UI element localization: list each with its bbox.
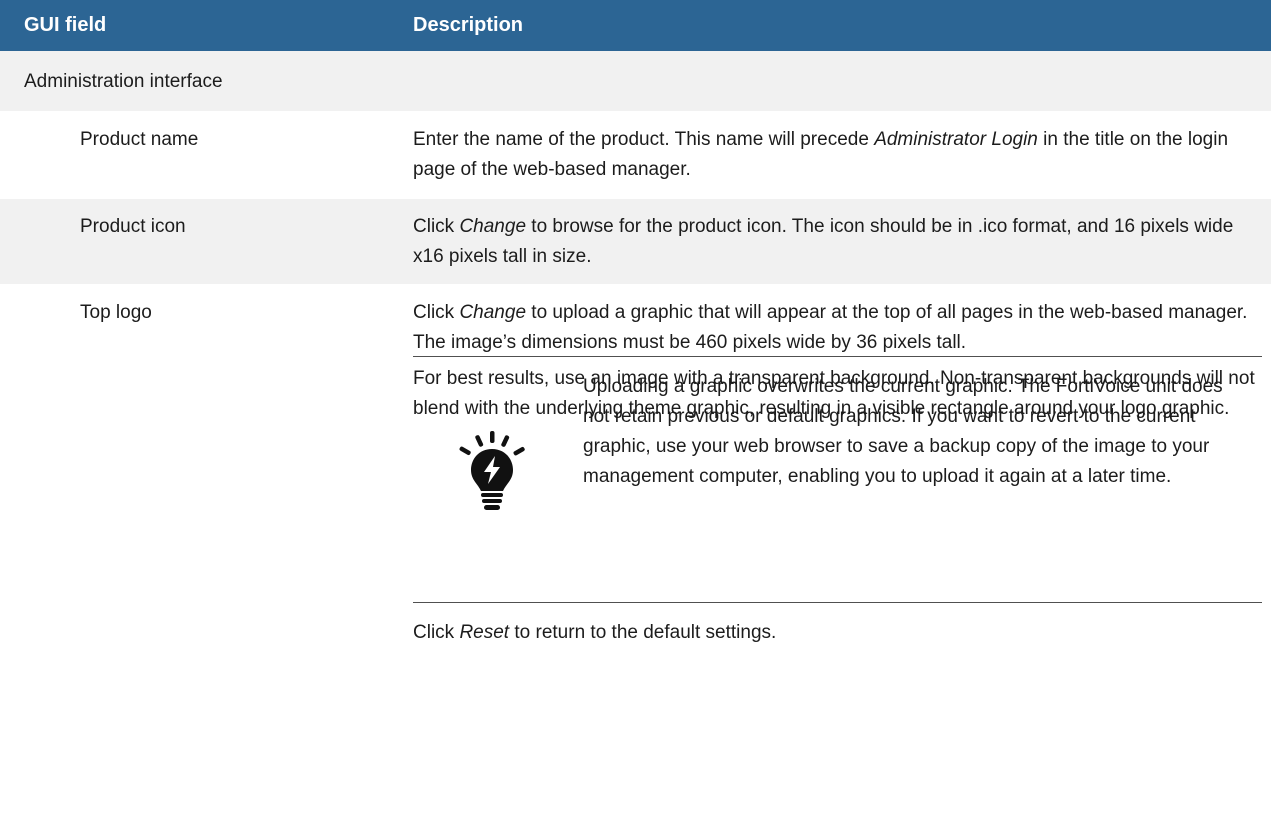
reset-instruction: Click Reset to return to the default set… (413, 622, 777, 643)
table-row: Product name Enter the name of the produ… (0, 111, 1271, 199)
field-name: Product icon (80, 216, 186, 237)
ui-term: Reset (459, 622, 510, 643)
tip-note: Uploading a graphic overwrites the curre… (413, 356, 1262, 603)
field-description: Enter the name of the product. This name… (413, 129, 1229, 180)
lightbulb-tip-icon (459, 431, 525, 510)
table-header: GUI field Description (0, 0, 1271, 51)
ui-term: Change (459, 302, 527, 323)
table-row: Product icon Click Change to browse for … (0, 199, 1271, 284)
field-description: Click Change to browse for the product i… (413, 216, 1234, 267)
ui-term: Administrator Login (874, 129, 1038, 150)
note-text: Uploading a graphic overwrites the curre… (583, 376, 1223, 487)
header-description: Description (413, 14, 524, 36)
field-name: Product name (80, 129, 199, 150)
section-row: Administration interface (0, 51, 1271, 111)
header-gui-field: GUI field (24, 14, 107, 36)
section-title: Administration interface (24, 71, 223, 92)
field-name: Top logo (80, 302, 152, 323)
ui-term: Change (459, 216, 527, 237)
